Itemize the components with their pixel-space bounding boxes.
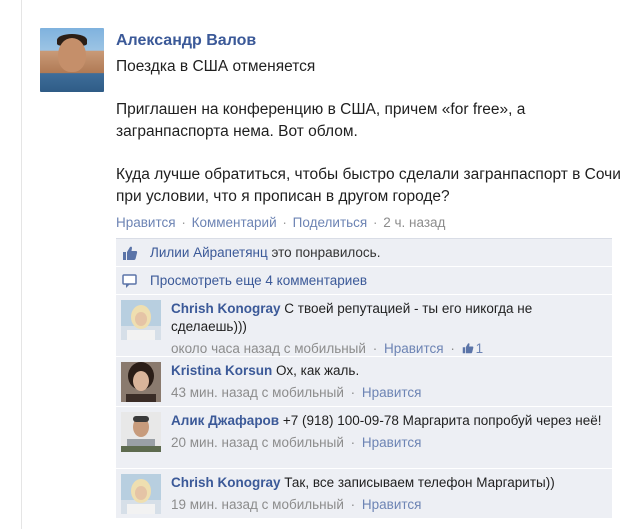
post-author-link[interactable]: Александр Валов [116, 31, 635, 51]
comment-item: Kristina Korsun Ох, как жаль. 43 мин. на… [116, 357, 612, 407]
comment-like-link[interactable]: Нравится [384, 341, 444, 356]
comment-bubble-icon [122, 274, 137, 288]
commenter-avatar[interactable] [121, 412, 161, 452]
comment-meta: 19 мин. назад с мобильный · Нравится [171, 496, 608, 514]
commenter-name-link[interactable]: Chrish Konogray [171, 301, 281, 316]
comments-panel: Лилии Айрапетянц это понравилось. Просмо… [116, 238, 612, 519]
post-message: Поездка в США отменяется Приглашен на ко… [116, 56, 635, 208]
view-more-comments[interactable]: Просмотреть еще 4 комментариев [116, 267, 612, 295]
comment-time[interactable]: около часа назад с мобильный [171, 341, 366, 356]
separator: · [372, 341, 378, 356]
post-actions: Нравится · Комментарий · Поделиться · 2 … [116, 214, 635, 232]
separator: · [350, 435, 356, 450]
post-paragraph-2: Куда лучше обратиться, чтобы быстро сдел… [116, 166, 621, 205]
thumbs-up-icon [123, 246, 138, 260]
commenter-name-link[interactable]: Алик Джафаров [171, 413, 279, 428]
likes-suffix: это понравилось. [267, 245, 381, 260]
author-avatar[interactable] [40, 28, 104, 92]
comment-time[interactable]: 20 мин. назад с мобильный [171, 435, 344, 450]
separator: · [450, 341, 455, 356]
share-link[interactable]: Поделиться [293, 215, 368, 230]
comment-time[interactable]: 43 мин. назад с мобильный [171, 385, 344, 400]
post-paragraph-1: Приглашен на конференцию в США, причем «… [116, 101, 526, 140]
comment-link[interactable]: Комментарий [192, 215, 277, 230]
comment-time[interactable]: 19 мин. назад с мобильный [171, 497, 344, 512]
comment-like-link[interactable]: Нравится [362, 385, 422, 400]
comment-item: Chrish Konogray Так, все записываем теле… [116, 469, 612, 519]
comment-text: Так, все записываем телефон Маргариты)) [284, 475, 555, 490]
commenter-name-link[interactable]: Kristina Korsun [171, 363, 272, 378]
like-link[interactable]: Нравится [116, 215, 176, 230]
comment-like-link[interactable]: Нравится [362, 497, 422, 512]
like-count-value: 1 [475, 341, 484, 356]
comment-like-link[interactable]: Нравится [362, 435, 422, 450]
commenter-name-link[interactable]: Chrish Konogray [171, 475, 281, 490]
comment-text: +7 (918) 100-09-78 Маргарита попробуй че… [282, 413, 602, 428]
page-left-border [21, 0, 22, 529]
comment-meta: 20 мин. назад с мобильный · Нравится [171, 434, 608, 452]
comment-text: Ох, как жаль. [276, 363, 360, 378]
comment-item: Алик Джафаров +7 (918) 100-09-78 Маргари… [116, 407, 612, 469]
separator: · [350, 497, 356, 512]
likes-summary: Лилии Айрапетянц это понравилось. [116, 239, 612, 267]
separator: · [372, 215, 378, 230]
comment-item: Chrish Konogray С твоей репутацией - ты … [116, 295, 612, 357]
liker-name-link[interactable]: Лилии Айрапетянц [150, 245, 268, 260]
commenter-avatar[interactable] [121, 362, 161, 402]
commenter-avatar[interactable] [121, 300, 161, 340]
comment-meta: 43 мин. назад с мобильный · Нравится [171, 384, 608, 402]
comment-like-count[interactable]: 1 [462, 341, 484, 356]
commenter-avatar[interactable] [121, 474, 161, 514]
separator: · [282, 215, 287, 230]
post: Александр Валов Поездка в США отменяется… [116, 30, 635, 232]
separator: · [350, 385, 356, 400]
comment-meta: около часа назад с мобильный · Нравится … [171, 340, 608, 358]
post-timestamp[interactable]: 2 ч. назад [383, 215, 445, 230]
view-more-comments-label[interactable]: Просмотреть еще 4 комментариев [150, 272, 367, 290]
separator: · [181, 215, 186, 230]
post-title-line: Поездка в США отменяется [116, 58, 316, 75]
thumbs-up-icon [462, 343, 473, 354]
